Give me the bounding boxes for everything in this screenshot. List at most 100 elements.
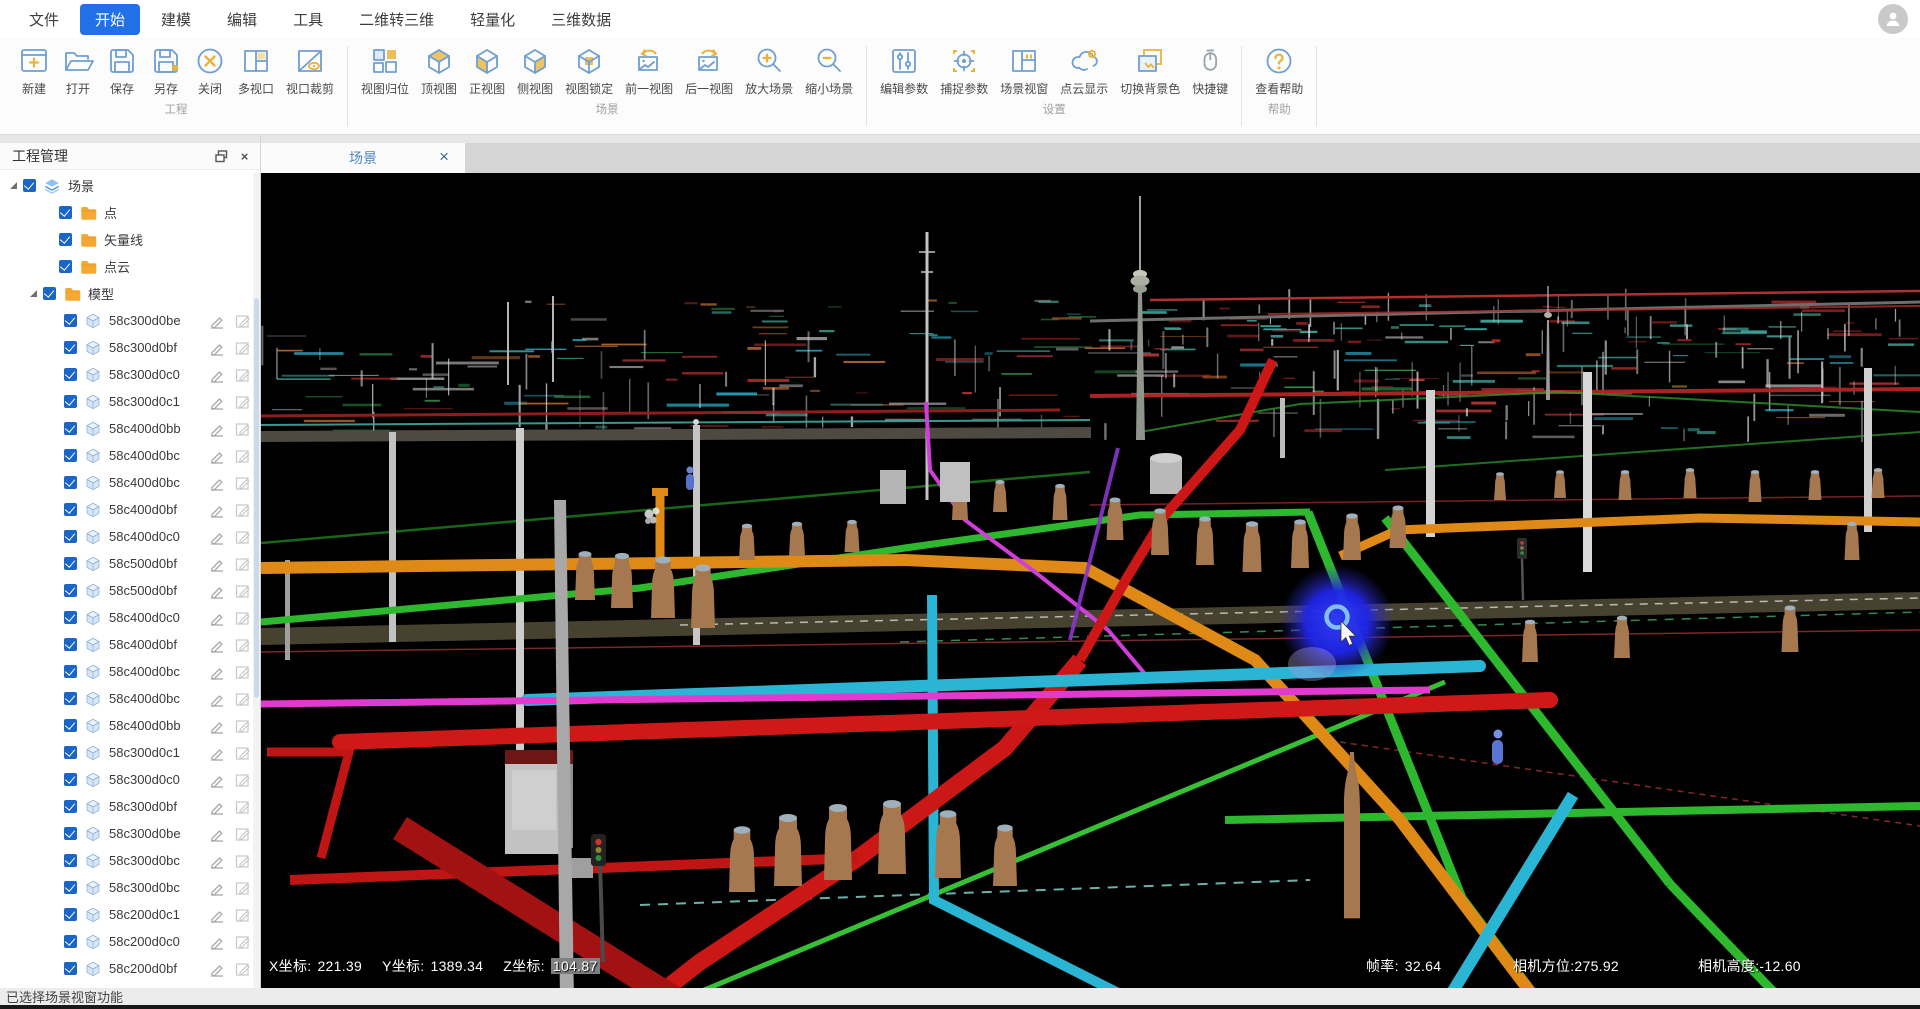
rename-icon[interactable]: [209, 529, 225, 545]
edit-icon[interactable]: [235, 718, 251, 734]
ribbon-button-close-project[interactable]: 关闭: [188, 42, 232, 100]
checkbox-checked[interactable]: [59, 206, 72, 219]
rename-icon[interactable]: [209, 745, 225, 761]
tree-node-model-12[interactable]: 58c400d0bf: [0, 631, 260, 658]
edit-icon[interactable]: [235, 421, 251, 437]
ribbon-button-zoom-in[interactable]: 放大场景: [739, 42, 799, 100]
edit-icon[interactable]: [235, 448, 251, 464]
ribbon-button-view-home[interactable]: 视图归位: [355, 42, 415, 100]
checkbox-checked[interactable]: [23, 179, 36, 192]
edit-icon[interactable]: [235, 502, 251, 518]
ribbon-button-prev-view[interactable]: 前一视图: [619, 42, 679, 100]
edit-icon[interactable]: [235, 583, 251, 599]
rename-icon[interactable]: [209, 853, 225, 869]
checkbox-checked[interactable]: [64, 665, 77, 678]
rename-icon[interactable]: [209, 610, 225, 626]
ribbon-button-hotkey[interactable]: 快捷键: [1186, 42, 1234, 100]
checkbox-checked[interactable]: [64, 584, 77, 597]
checkbox-checked[interactable]: [64, 422, 77, 435]
rename-icon[interactable]: [209, 394, 225, 410]
rename-icon[interactable]: [209, 907, 225, 923]
tree-node-model-23[interactable]: 58c200d0c0: [0, 928, 260, 955]
edit-icon[interactable]: [235, 637, 251, 653]
checkbox-checked[interactable]: [64, 368, 77, 381]
edit-icon[interactable]: [235, 907, 251, 923]
checkbox-checked[interactable]: [59, 233, 72, 246]
menu-item-5[interactable]: 二维转三维: [344, 4, 449, 35]
rename-icon[interactable]: [209, 448, 225, 464]
tree-node-model-11[interactable]: 58c400d0c0: [0, 604, 260, 631]
rename-icon[interactable]: [209, 772, 225, 788]
edit-icon[interactable]: [235, 799, 251, 815]
edit-icon[interactable]: [235, 853, 251, 869]
rename-icon[interactable]: [209, 475, 225, 491]
rename-icon[interactable]: [209, 313, 225, 329]
menu-item-3[interactable]: 编辑: [212, 4, 272, 35]
checkbox-checked[interactable]: [64, 395, 77, 408]
tree-node-model-21[interactable]: 58c300d0bc: [0, 874, 260, 901]
rename-icon[interactable]: [209, 502, 225, 518]
tree-node-scene[interactable]: 场景: [0, 172, 260, 199]
edit-icon[interactable]: [235, 475, 251, 491]
edit-icon[interactable]: [235, 745, 251, 761]
tree-node-model-19[interactable]: 58c300d0be: [0, 820, 260, 847]
edit-icon[interactable]: [235, 826, 251, 842]
checkbox-checked[interactable]: [64, 314, 77, 327]
checkbox-checked[interactable]: [59, 260, 72, 273]
rename-icon[interactable]: [209, 826, 225, 842]
ribbon-button-zoom-out[interactable]: 缩小场景: [799, 42, 859, 100]
checkbox-checked[interactable]: [64, 476, 77, 489]
edit-icon[interactable]: [235, 313, 251, 329]
rename-icon[interactable]: [209, 718, 225, 734]
ribbon-button-cube-side[interactable]: 侧视图: [511, 42, 559, 100]
checkbox-checked[interactable]: [64, 611, 77, 624]
checkbox-checked[interactable]: [64, 962, 77, 975]
expand-arrow-icon[interactable]: [10, 182, 17, 189]
checkbox-checked[interactable]: [64, 719, 77, 732]
checkbox-checked[interactable]: [64, 908, 77, 921]
rename-icon[interactable]: [209, 367, 225, 383]
edit-icon[interactable]: [235, 394, 251, 410]
float-panel-icon[interactable]: [214, 149, 229, 164]
edit-icon[interactable]: [235, 934, 251, 950]
tree-node-model-9[interactable]: 58c500d0bf: [0, 550, 260, 577]
scrollbar-thumb[interactable]: [254, 298, 259, 698]
tree-node-model-16[interactable]: 58c300d0c1: [0, 739, 260, 766]
checkbox-checked[interactable]: [64, 692, 77, 705]
ribbon-button-cube-top[interactable]: 顶视图: [415, 42, 463, 100]
tree-node-model-6[interactable]: 58c400d0bc: [0, 469, 260, 496]
checkbox-checked[interactable]: [43, 287, 56, 300]
checkbox-checked[interactable]: [64, 503, 77, 516]
edit-icon[interactable]: [235, 610, 251, 626]
checkbox-checked[interactable]: [64, 530, 77, 543]
edit-icon[interactable]: [235, 529, 251, 545]
checkbox-checked[interactable]: [64, 449, 77, 462]
rename-icon[interactable]: [209, 691, 225, 707]
checkbox-checked[interactable]: [64, 827, 77, 840]
tree-node-model-18[interactable]: 58c300d0bf: [0, 793, 260, 820]
edit-icon[interactable]: [235, 961, 251, 977]
tree-node-model-5[interactable]: 58c400d0bc: [0, 442, 260, 469]
ribbon-button-save[interactable]: 保存: [100, 42, 144, 100]
tree-node-folder-1[interactable]: 矢量线: [0, 226, 260, 253]
ribbon-button-multi-viewport[interactable]: 多视口: [232, 42, 280, 100]
ribbon-button-save-as[interactable]: 另存: [144, 42, 188, 100]
rename-icon[interactable]: [209, 556, 225, 572]
checkbox-checked[interactable]: [64, 341, 77, 354]
ribbon-button-view-lock[interactable]: 视图锁定: [559, 42, 619, 100]
checkbox-checked[interactable]: [64, 800, 77, 813]
menu-item-1[interactable]: 开始: [80, 4, 140, 35]
tab-scene[interactable]: 场景 ×: [261, 143, 465, 173]
tree-node-model-8[interactable]: 58c400d0c0: [0, 523, 260, 550]
checkbox-checked[interactable]: [64, 881, 77, 894]
tree-node-folder-0[interactable]: 点: [0, 199, 260, 226]
tree-node-model-7[interactable]: 58c400d0bf: [0, 496, 260, 523]
checkbox-checked[interactable]: [64, 854, 77, 867]
checkbox-checked[interactable]: [64, 935, 77, 948]
tree-node-model-0[interactable]: 58c300d0be: [0, 307, 260, 334]
ribbon-button-cube-front[interactable]: 正视图: [463, 42, 511, 100]
menu-item-7[interactable]: 三维数据: [536, 4, 626, 35]
rename-icon[interactable]: [209, 637, 225, 653]
tree-node-model-20[interactable]: 58c300d0bc: [0, 847, 260, 874]
tree-node-model-3[interactable]: 58c300d0c1: [0, 388, 260, 415]
